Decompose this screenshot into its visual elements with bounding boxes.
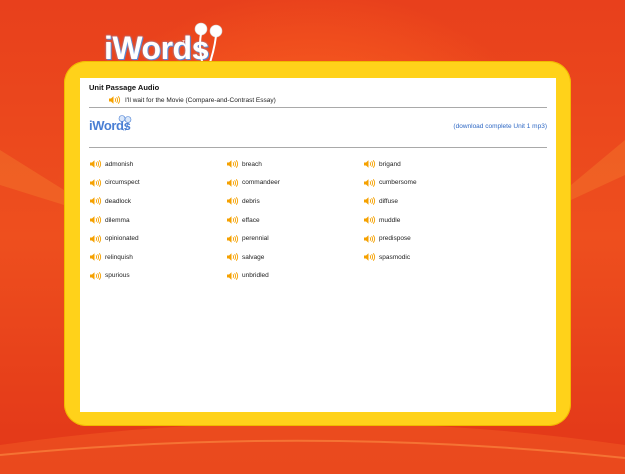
speaker-icon xyxy=(227,271,239,280)
word-label: circumspect xyxy=(105,179,140,187)
speaker-icon xyxy=(364,160,376,169)
word-audio-item[interactable]: admonish xyxy=(90,155,227,174)
word-label: dilemma xyxy=(105,216,130,224)
word-label: predispose xyxy=(379,235,411,243)
speaker-icon xyxy=(364,216,376,225)
word-label: unbridled xyxy=(242,272,269,280)
speaker-icon xyxy=(90,178,102,187)
word-label: efface xyxy=(242,216,260,224)
word-audio-item[interactable]: commandeer xyxy=(227,174,364,193)
word-audio-item[interactable]: circumspect xyxy=(90,174,227,193)
word-label: commandeer xyxy=(242,179,280,187)
word-label: diffuse xyxy=(379,197,399,205)
word-label: brigand xyxy=(379,160,401,168)
panel-logo: iWords xyxy=(89,114,139,136)
word-audio-item[interactable]: predispose xyxy=(364,229,501,248)
word-audio-item[interactable]: salvage xyxy=(227,248,364,267)
speaker-icon xyxy=(227,178,239,187)
word-label: debris xyxy=(242,197,260,205)
speaker-icon xyxy=(90,253,102,262)
word-label: deadlock xyxy=(105,197,132,205)
speaker-icon xyxy=(90,160,102,169)
word-label: breach xyxy=(242,160,262,168)
speaker-icon xyxy=(90,197,102,206)
divider xyxy=(89,147,547,148)
word-label: relinquish xyxy=(105,253,133,261)
word-audio-item[interactable]: cumbersome xyxy=(364,174,501,193)
word-audio-item[interactable]: diffuse xyxy=(364,192,501,211)
speaker-icon xyxy=(90,216,102,225)
speaker-icon xyxy=(109,96,121,104)
word-label: spasmodic xyxy=(379,253,411,261)
word-audio-item[interactable]: dilemma xyxy=(90,211,227,230)
word-audio-item[interactable]: efface xyxy=(227,211,364,230)
word-audio-item[interactable]: debris xyxy=(227,192,364,211)
download-unit-mp3-link[interactable]: (download complete Unit 1 mp3) xyxy=(453,123,547,130)
word-label: admonish xyxy=(105,160,134,168)
speaker-icon xyxy=(227,234,239,243)
logo-trademark: TM xyxy=(182,40,190,46)
content-panel: Unit Passage Audio I'll wait for the Mov… xyxy=(80,78,556,412)
speaker-icon xyxy=(227,216,239,225)
passage-heading: Unit Passage Audio xyxy=(89,83,160,92)
word-audio-item[interactable]: deadlock xyxy=(90,192,227,211)
word-audio-item[interactable]: opinionated xyxy=(90,229,227,248)
word-label: muddle xyxy=(379,216,401,224)
speaker-icon xyxy=(227,160,239,169)
word-label: spurious xyxy=(105,272,130,280)
word-audio-item[interactable]: relinquish xyxy=(90,248,227,267)
speaker-icon xyxy=(364,197,376,206)
passage-title: I'll wait for the Movie (Compare-and-Con… xyxy=(125,96,276,104)
word-audio-item[interactable]: muddle xyxy=(364,211,501,230)
divider xyxy=(89,107,547,108)
word-label: salvage xyxy=(242,253,265,261)
earbuds-icon xyxy=(118,115,132,131)
word-audio-item[interactable]: perennial xyxy=(227,229,364,248)
passage-audio-link[interactable]: I'll wait for the Movie (Compare-and-Con… xyxy=(109,96,276,104)
speaker-icon xyxy=(227,253,239,262)
word-audio-item[interactable]: unbridled xyxy=(227,267,364,286)
word-label: perennial xyxy=(242,235,269,243)
word-audio-item[interactable]: brigand xyxy=(364,155,501,174)
word-audio-item[interactable]: spasmodic xyxy=(364,248,501,267)
speaker-icon xyxy=(227,197,239,206)
word-list: admonish breach brigand circumspect comm… xyxy=(90,155,510,285)
word-label: opinionated xyxy=(105,235,139,243)
speaker-icon xyxy=(364,178,376,187)
word-audio-item[interactable]: breach xyxy=(227,155,364,174)
word-audio-item[interactable]: spurious xyxy=(90,267,227,286)
word-label: cumbersome xyxy=(379,179,417,187)
speaker-icon xyxy=(90,234,102,243)
speaker-icon xyxy=(364,253,376,262)
speaker-icon xyxy=(90,271,102,280)
speaker-icon xyxy=(364,234,376,243)
